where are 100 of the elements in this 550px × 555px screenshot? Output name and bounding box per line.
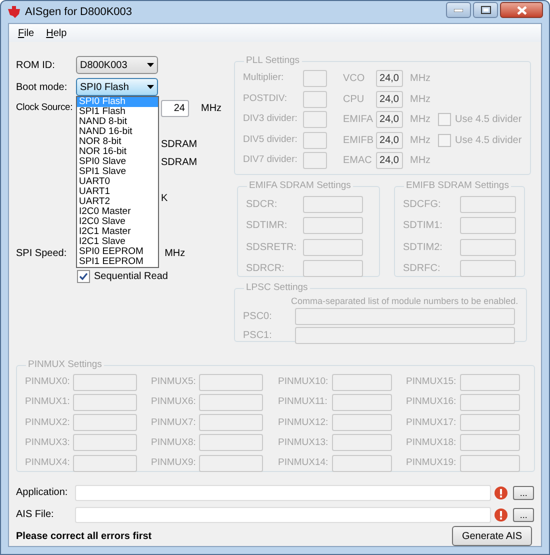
unit-label: MHz — [410, 92, 432, 106]
field-label: SPI Speed: — [16, 247, 67, 261]
field-label: PINMUX17: — [406, 416, 458, 430]
field-label: PINMUX16: — [406, 395, 458, 410]
field-label: PSC0: — [243, 310, 273, 324]
status-message: Please correct all errors first — [16, 530, 152, 544]
unit-label: MHz — [410, 154, 432, 168]
dropdown-option[interactable]: NOR 8-bit — [77, 137, 158, 147]
field-label: PINMUX2: — [25, 416, 71, 430]
dropdown-option[interactable]: SPI1 EEPROM — [77, 257, 158, 267]
partial-label: SDRAM — [161, 156, 198, 170]
unit-label: MHz — [410, 113, 432, 127]
checkbox-label: Use 4.5 divider — [455, 134, 522, 148]
caret-icon — [147, 85, 154, 89]
dropdown-option[interactable]: SPI0 Slave — [77, 157, 158, 167]
dropdown-option[interactable]: NOR 16-bit — [77, 147, 158, 157]
window-title: AISgen for D800K003 — [25, 4, 132, 20]
note-text: Comma-separated list of module numbers to be enabled. — [291, 295, 518, 308]
dropdown-option[interactable]: SPI1 Slave — [77, 167, 158, 177]
dropdown-option[interactable]: I2C1 Master — [77, 227, 158, 237]
generate-button[interactable]: Generate AIS — [452, 526, 532, 546]
dropdown-option[interactable]: UART1 — [77, 187, 158, 197]
field-label: PINMUX6: — [151, 395, 197, 410]
group-title: EMIFA SDRAM Settings — [248, 179, 352, 193]
dropdown-option[interactable]: NAND 16-bit — [77, 127, 158, 137]
maximize-button[interactable] — [473, 2, 498, 18]
field-label: PINMUX19: — [406, 456, 458, 470]
menu-item[interactable]: File — [13, 26, 40, 40]
menu-item[interactable]: Help — [41, 26, 72, 40]
field-label: AIS File: — [16, 508, 55, 522]
path-field[interactable] — [75, 506, 492, 522]
field-label: PINMUX5: — [151, 375, 197, 390]
field-label: PINMUX8: — [151, 436, 197, 450]
field-label: PINMUX15: — [406, 375, 458, 390]
field-label: DIV7 divider: — [243, 153, 298, 168]
partial-label: SDRAM — [161, 138, 198, 152]
close-icon — [516, 6, 526, 14]
browse-button[interactable]: ... — [513, 486, 534, 500]
field-label: PSC1: — [243, 329, 273, 344]
field-label: PINMUX7: — [151, 416, 197, 430]
field-label: EMIFB — [343, 134, 375, 148]
field-label: DIV3 divider: — [243, 112, 298, 126]
caret-icon — [147, 63, 154, 67]
minimize-icon — [454, 8, 463, 12]
field-label: PINMUX1: — [25, 395, 71, 410]
field-label: Multiplier: — [243, 71, 285, 86]
checkbox[interactable] — [77, 270, 90, 282]
dropdown-option[interactable]: SPI0 EEPROM — [77, 247, 158, 257]
field-label: SDRCR: — [246, 262, 286, 276]
unit-label: MHz — [201, 102, 222, 116]
field-label: SDSRETR: — [246, 240, 298, 254]
field-label: PINMUX11: — [278, 395, 328, 410]
field-label: PINMUX4: — [25, 456, 71, 470]
minimize-button[interactable] — [446, 2, 471, 18]
maximize-icon — [480, 6, 490, 14]
dropdown-option[interactable]: UART2 — [77, 197, 158, 207]
field-label: VCO — [343, 72, 366, 86]
browse-button[interactable]: ... — [513, 508, 534, 522]
field-label: PINMUX12: — [278, 416, 330, 430]
field-label: PINMUX0: — [25, 375, 71, 390]
dropdown-option[interactable]: NAND 8-bit — [77, 117, 158, 127]
field-label: CPU — [343, 92, 366, 106]
field-label: PINMUX14: — [278, 456, 330, 470]
field-label: SDTIMR: — [246, 219, 288, 233]
field-label: SDTIM1: — [403, 219, 444, 233]
dropdown[interactable]: SPI0 Flash — [76, 78, 158, 96]
field-label: Application: — [16, 486, 69, 500]
field-label: SDRFC: — [403, 262, 442, 276]
unit-label: MHz — [410, 72, 432, 86]
field-label: PINMUX18: — [406, 436, 458, 450]
field-label: POSTDIV: — [243, 92, 288, 106]
field-label: Clock Source: — [16, 100, 73, 115]
field-label: PINMUX13: — [278, 436, 330, 450]
unit-label: MHz — [410, 134, 432, 148]
field-label: PINMUX10: — [278, 375, 330, 390]
dropdown-option[interactable]: I2C1 Slave — [77, 237, 158, 247]
dropdown-option[interactable]: UART0 — [77, 177, 158, 187]
dropdown[interactable]: D800K003 — [76, 56, 158, 74]
close-button[interactable] — [500, 2, 543, 18]
dropdown-option[interactable]: I2C0 Slave — [77, 217, 158, 227]
field-label: ROM ID: — [16, 58, 56, 72]
group-title: LPSC Settings — [245, 281, 309, 295]
field-label: EMIFA — [343, 113, 374, 127]
field-label: Boot mode: — [16, 80, 68, 94]
unit-label: MHz — [164, 247, 186, 261]
checkbox-label: Use 4.5 divider — [455, 113, 522, 127]
group-title: EMIFB SDRAM Settings — [405, 179, 510, 193]
dropdown-option[interactable]: SPI1 Flash — [77, 107, 158, 117]
field-label: DIV5 divider: — [243, 132, 298, 147]
checkbox-label: Sequential Read — [94, 270, 168, 284]
field-label: SDCFG: — [403, 198, 442, 212]
partial-label: K — [161, 192, 168, 206]
field-label: EMAC — [343, 154, 373, 168]
path-field[interactable] — [75, 484, 492, 500]
text-field[interactable]: 24 — [161, 100, 189, 116]
group-title: PINMUX Settings — [27, 358, 103, 372]
dropdown-option[interactable]: I2C0 Master — [77, 207, 158, 217]
field-label: PINMUX9: — [151, 456, 197, 470]
field-label: SDCR: — [246, 198, 278, 212]
field-label: SDTIM2: — [403, 240, 444, 254]
